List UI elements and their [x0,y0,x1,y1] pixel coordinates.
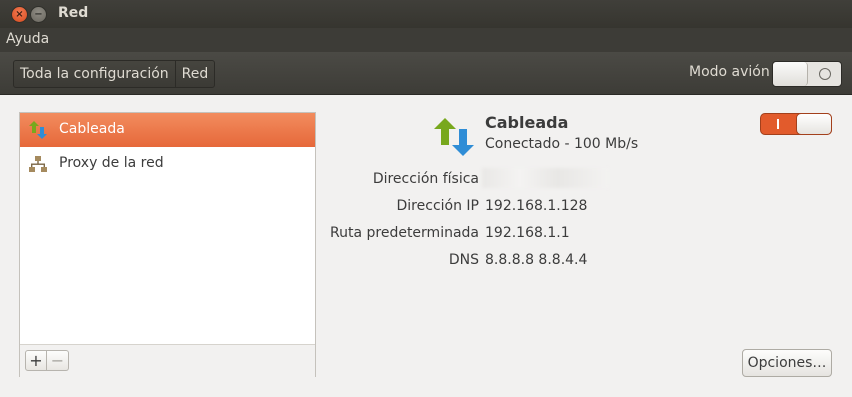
default-route-label: Ruta predeterminada [330,225,479,241]
connection-name: Cableada [485,113,569,132]
window-title: Red [58,5,89,21]
switch-knob [796,113,832,135]
network-proxy-icon [29,156,47,172]
on-indicator-icon [777,119,779,129]
close-window-button[interactable]: × [11,6,28,23]
device-item-label: Cableada [59,121,125,137]
breadcrumb-all-settings[interactable]: Toda la configuración [14,61,175,87]
device-list: Cableada Proxy de la red + − [19,112,316,377]
airplane-mode-label: Modo avión [689,64,770,80]
menu-bar: Ayuda [0,28,852,52]
minimize-icon: − [34,8,43,20]
switch-knob [773,62,808,86]
dns-value: 8.8.8.8 8.8.4.4 [485,252,588,268]
airplane-mode-switch[interactable] [772,61,842,87]
toolbar: Toda la configuración Red Modo avión [0,52,852,95]
title-bar: × − Red [0,0,852,28]
ip-address-label: Dirección IP [396,198,479,214]
device-list-toolbar: + − [20,344,315,377]
menu-help[interactable]: Ayuda [6,31,49,47]
add-device-button[interactable]: + [25,350,47,371]
breadcrumb: Toda la configuración Red [13,60,216,88]
dns-label: DNS [448,252,479,268]
remove-device-button[interactable]: − [47,350,69,371]
breadcrumb-network[interactable]: Red [174,61,215,87]
ip-address-value: 192.168.1.128 [485,198,588,214]
device-item-proxy[interactable]: Proxy de la red [20,147,315,181]
hardware-address-value-redacted [482,168,608,188]
default-route-value: 192.168.1.1 [485,225,570,241]
minimize-window-button[interactable]: − [30,6,47,23]
off-indicator-icon [819,68,831,80]
hardware-address-label: Dirección física [372,171,479,187]
options-button[interactable]: Opciones… [742,349,832,377]
wired-connection-switch[interactable] [760,113,832,135]
device-item-wired[interactable]: Cableada [20,113,315,147]
wired-network-icon [29,121,47,139]
connection-status: Conectado - 100 Mb/s [485,136,639,152]
device-item-label: Proxy de la red [59,155,164,171]
wired-connection-icon [434,118,474,156]
close-icon: × [15,8,24,20]
